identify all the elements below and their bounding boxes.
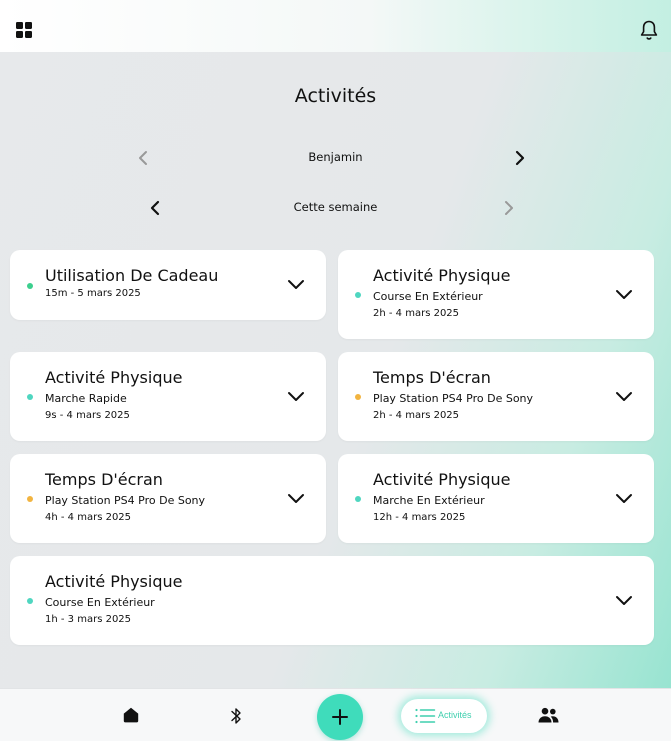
home-icon[interactable] [122, 706, 140, 724]
activity-card[interactable]: Activité Physique Marche En Extérieur 12… [338, 454, 654, 543]
plus-icon [332, 709, 348, 725]
activity-card[interactable]: Activité Physique Course En Extérieur 2h… [338, 250, 654, 339]
activity-subtitle: Course En Extérieur [45, 596, 155, 609]
activity-title: Temps D'écran [45, 470, 163, 489]
activity-subtitle: Course En Extérieur [373, 290, 483, 303]
activity-title: Activité Physique [45, 572, 183, 591]
chevron-down-icon[interactable] [285, 385, 307, 407]
activity-meta: 12h - 4 mars 2025 [373, 512, 466, 523]
activity-meta: 9s - 4 mars 2025 [45, 410, 130, 421]
activity-meta: 1h - 3 mars 2025 [45, 614, 132, 625]
next-period-chevron-right-icon[interactable] [497, 196, 521, 220]
activity-card[interactable]: Utilisation De Cadeau 15m - 5 mars 2025 [10, 250, 326, 320]
nav-item-label: Activités [438, 710, 472, 720]
chevron-down-icon[interactable] [613, 283, 635, 305]
bluetooth-icon[interactable] [229, 706, 243, 726]
chevron-down-icon[interactable] [285, 273, 307, 295]
period-label: Cette semaine [293, 200, 378, 214]
activity-title: Activité Physique [45, 368, 183, 387]
period-selector: Cette semaine [0, 196, 671, 220]
chevron-down-icon[interactable] [613, 385, 635, 407]
category-dot [355, 394, 361, 400]
activity-card[interactable]: Activité Physique Course En Extérieur 1h… [10, 556, 654, 645]
page-title: Activités [294, 85, 377, 107]
category-dot [27, 598, 33, 604]
activity-meta: 2h - 4 mars 2025 [373, 410, 460, 421]
person-selector: Benjamin [0, 146, 671, 170]
activity-card[interactable]: Activité Physique Marche Rapide 9s - 4 m… [10, 352, 326, 441]
category-dot [27, 283, 33, 289]
activity-title: Activité Physique [373, 266, 511, 285]
activity-title: Utilisation De Cadeau [45, 266, 219, 285]
activity-meta: 15m - 5 mars 2025 [45, 288, 141, 299]
users-icon[interactable] [538, 707, 559, 723]
category-dot [355, 292, 361, 298]
top-bar [0, 0, 671, 52]
activity-title: Activité Physique [373, 470, 511, 489]
add-activity-button[interactable] [317, 694, 363, 740]
bell-icon[interactable] [639, 19, 659, 41]
next-person-chevron-right-icon[interactable] [508, 146, 532, 170]
list-icon [415, 708, 436, 724]
category-dot [355, 496, 361, 502]
activity-title: Temps D'écran [373, 368, 491, 387]
category-dot [27, 496, 33, 502]
activity-meta: 2h - 4 mars 2025 [373, 308, 460, 319]
activity-meta: 4h - 4 mars 2025 [45, 512, 132, 523]
activity-subtitle: Marche En Extérieur [373, 494, 485, 507]
chevron-down-icon[interactable] [613, 589, 635, 611]
chevron-down-icon[interactable] [613, 487, 635, 509]
person-name: Benjamin [308, 150, 363, 164]
category-dot [27, 394, 33, 400]
activity-subtitle: Play Station PS4 Pro De Sony [373, 392, 534, 405]
activity-subtitle: Play Station PS4 Pro De Sony [45, 494, 206, 507]
grid-icon[interactable] [16, 22, 32, 38]
chevron-down-icon[interactable] [285, 487, 307, 509]
activity-card[interactable]: Temps D'écran Play Station PS4 Pro De So… [338, 352, 654, 441]
activity-subtitle: Marche Rapide [45, 392, 127, 405]
activity-card[interactable]: Temps D'écran Play Station PS4 Pro De So… [10, 454, 326, 543]
nav-item-activites[interactable]: Activités [401, 699, 487, 733]
